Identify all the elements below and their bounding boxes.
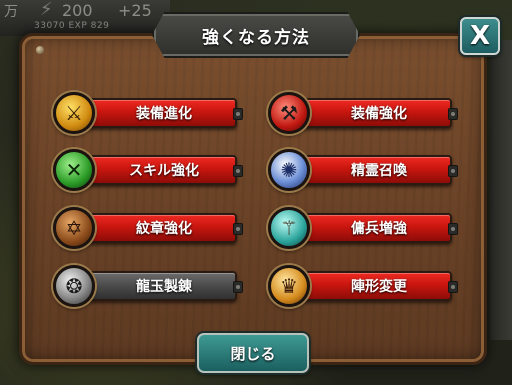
anvil-icon: ⚒ (268, 92, 310, 134)
crossed-swords-icon: ✕ (53, 149, 95, 191)
button-tab (233, 223, 243, 235)
button-tab (233, 165, 243, 177)
menu-button-skill-enhance[interactable]: スキル強化 ✕ (53, 149, 243, 191)
button-tab (448, 281, 458, 293)
rivet (36, 46, 44, 54)
menu-button-label: 陣形変更 (351, 279, 407, 295)
close-button[interactable]: X (460, 17, 500, 55)
menu-button-equipment-enhance[interactable]: 装備強化 ⚒ (268, 92, 458, 134)
exp-readout: 33070 EXP 829 (34, 21, 110, 31)
button-tab (448, 108, 458, 120)
resource-bar: 万 ⚡ 200 +25 33070 EXP 829 (0, 0, 170, 36)
menu-button-label: 装備進化 (136, 106, 192, 122)
lightning-bolt-icon: ⚡ (40, 0, 53, 20)
menu-button-formation-change[interactable]: 陣形変更 ♛ (268, 265, 458, 307)
button-tab (448, 165, 458, 177)
button-tab (448, 223, 458, 235)
button-tab (233, 108, 243, 120)
menu-button-equipment-evolve[interactable]: 装備進化 ⚔ (53, 92, 243, 134)
menu-button-label: 装備強化 (351, 106, 407, 122)
background-edge (490, 40, 512, 340)
close-icon: X (469, 21, 491, 51)
menu-button-label: 精霊召喚 (351, 163, 407, 179)
button-tab (233, 281, 243, 293)
menu-button-dragon-orb-refine[interactable]: 龍玉製錬 ❂ (53, 265, 243, 307)
sword-evolve-icon: ⚔ (53, 92, 95, 134)
menu-button-label: 龍玉製錬 (136, 279, 192, 295)
spirit-wolf-icon: ✺ (268, 149, 310, 191)
currency-fragment: 万 (4, 4, 18, 20)
menu-button-label: 紋章強化 (136, 221, 192, 237)
how-to-get-stronger-dialog (19, 33, 487, 365)
scroll-icon: ⚚ (268, 207, 310, 249)
dialog-title: 強くなる方法 (202, 27, 310, 48)
footer-close-button[interactable]: 閉じる (197, 333, 309, 373)
menu-button-crest-enhance[interactable]: 紋章強化 ✡ (53, 207, 243, 249)
stamina-value: 200 (62, 1, 93, 20)
crown-formation-icon: ♛ (268, 265, 310, 307)
menu-button-label: 傭兵増強 (351, 221, 407, 237)
dragon-orb-icon: ❂ (53, 265, 95, 307)
hexagram-crest-icon: ✡ (53, 207, 95, 249)
footer-close-label: 閉じる (230, 344, 276, 363)
menu-button-label: スキル強化 (129, 163, 199, 179)
dialog-title-plate: 強くなる方法 (152, 12, 360, 58)
stamina-bonus: +25 (118, 1, 152, 20)
menu-button-mercenary-boost[interactable]: 傭兵増強 ⚚ (268, 207, 458, 249)
menu-button-spirit-summon[interactable]: 精霊召喚 ✺ (268, 149, 458, 191)
